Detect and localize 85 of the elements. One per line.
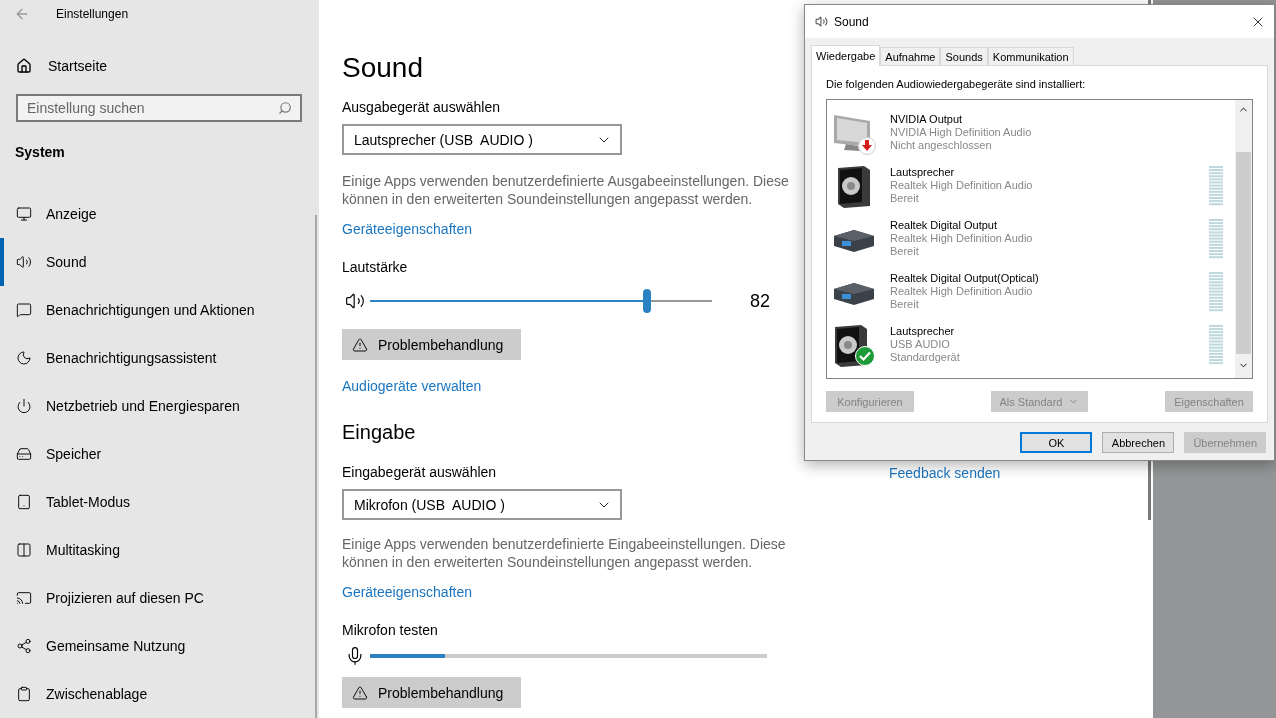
device-status: Standardgerät	[890, 351, 961, 364]
field-label: Eingabegerät auswählen	[342, 464, 497, 480]
volume-slider[interactable]	[370, 289, 712, 313]
troubleshoot-button[interactable]: Problembehandlung	[342, 677, 521, 708]
properties-link[interactable]: Geräteeigenschaften	[342, 221, 472, 237]
checkmark-icon	[855, 345, 875, 366]
warning-icon	[352, 336, 368, 353]
device-driver: USB AUDIO	[890, 338, 951, 351]
nav-icon	[16, 686, 32, 702]
device-driver: Realtek High Definition Audio	[890, 232, 1034, 245]
nav-icon	[16, 494, 32, 510]
manage-devices-link[interactable]: Audiogeräte verwalten	[342, 378, 482, 394]
device-name: NVIDIA Output	[890, 113, 964, 126]
home-link[interactable]: Startseite	[0, 52, 319, 81]
home-icon	[16, 58, 32, 75]
nav-icon	[16, 590, 32, 606]
device-item[interactable]: Lautsprecher Realtek High Definition Audio Bereit	[827, 159, 1235, 212]
level-meter-icon	[1209, 324, 1223, 365]
nav-item[interactable]: Gemeinsame Nutzung	[0, 622, 319, 670]
window-title: Einstellungen	[56, 7, 129, 22]
level-meter-icon	[1209, 271, 1223, 312]
nav-item[interactable]: Tablet-Modus	[0, 478, 319, 526]
warning-icon	[352, 684, 368, 701]
device-name: Lautsprecher	[890, 166, 956, 179]
feedback-link[interactable]: Feedback senden	[889, 465, 1001, 481]
dialog-title: Sound	[834, 14, 870, 29]
nav-item[interactable]: Benachrichtigungsassistent	[0, 334, 319, 382]
output-device-dropdown[interactable]: Lautsprecher (USB AUDIO )	[342, 124, 622, 155]
speaker-icon	[815, 15, 828, 28]
device-item[interactable]: Realtek Digital Output(Optical) Realtek High Definition Audio Bereit	[827, 265, 1235, 318]
nav-item[interactable]: Multitasking	[0, 526, 319, 574]
nav-item[interactable]: Zwischenablage	[0, 670, 319, 718]
dialog-button[interactable]: OK	[1020, 432, 1093, 453]
nav-item[interactable]: Projizieren auf diesen PC	[0, 574, 319, 622]
device-item[interactable]: NVIDIA Output NVIDIA High Definition Audio Nicht angeschlossen	[827, 106, 1235, 159]
level-meter-icon	[1209, 218, 1223, 259]
device-name: Lautsprecher	[890, 325, 956, 338]
nav-icon	[16, 302, 32, 318]
device-driver: Realtek High Definition Audio	[890, 179, 1034, 192]
properties-link[interactable]: Geräteeigenschaften	[342, 584, 472, 600]
nav-item[interactable]: Speicher	[0, 430, 319, 478]
dialog-tab[interactable]: Sounds	[940, 47, 988, 65]
nav-icon	[16, 206, 32, 222]
volume-label: Lautstärke	[342, 259, 408, 275]
section-heading: Eingabe	[342, 421, 416, 444]
scrollbar[interactable]	[1235, 100, 1252, 378]
search-icon	[278, 101, 292, 116]
device-name: Realtek Digital Output(Optical)	[890, 272, 1040, 285]
page-title: Sound	[342, 52, 423, 84]
nav-item[interactable]: Netzbetrieb und Energiesparen	[0, 382, 319, 430]
nav-icon	[16, 254, 32, 270]
description-text: Einige Apps verwenden benutzerdefinierte Ausgabeeinstellungen. Diese können in den erweiterten Soundeinstellungen angepasst werden.	[342, 172, 790, 208]
speaker-icon	[345, 291, 365, 311]
device-name: Realtek Digital Output	[890, 219, 998, 232]
device-status: Bereit	[890, 245, 920, 258]
field-label: Ausgabegerät auswählen	[342, 99, 500, 115]
description-text: Einige Apps verwenden benutzerdefinierte Eingabeeinstellungen. Diese können in den erweiterten Soundeinstellungen angepasst werden.	[342, 535, 787, 571]
dialog-tab[interactable]: Aufnahme	[880, 47, 941, 65]
search-field[interactable]: Einstellung suchen	[16, 94, 302, 122]
nav-icon	[16, 446, 32, 462]
volume-value: 82	[750, 290, 771, 312]
input-device-dropdown[interactable]: Mikrofon (USB AUDIO )	[342, 489, 622, 520]
nav-icon	[16, 350, 32, 366]
troubleshoot-button[interactable]: Problembehandlung	[342, 329, 521, 360]
mic-test-label: Mikrofon testen	[342, 622, 438, 638]
slider-thumb[interactable]	[643, 289, 651, 313]
section-title: System	[15, 144, 65, 161]
dialog-tab[interactable]: Wiedergabe	[811, 45, 881, 66]
nav-item[interactable]: Benachrichtigungen und Aktionen	[0, 286, 319, 334]
device-status: Bereit	[890, 298, 920, 311]
nav-icon	[16, 638, 32, 654]
device-item[interactable]: Lautsprecher USB AUDIO Standardgerät	[827, 318, 1235, 371]
list-heading: Die folgenden Audiowiedergabegeräte sind installiert:	[826, 78, 1087, 90]
level-meter-icon	[1209, 165, 1223, 206]
nav-icon	[16, 542, 32, 558]
dialog-button[interactable]: Abbrechen	[1102, 432, 1175, 453]
nav-icon	[16, 398, 32, 414]
device-status: Bereit	[890, 192, 920, 205]
speaker-icon	[836, 163, 872, 208]
device-driver: NVIDIA High Definition Audio	[890, 126, 1033, 139]
device-status: Nicht angeschlossen	[890, 139, 993, 152]
dialog-tab[interactable]: Kommunikation	[987, 47, 1074, 65]
nav-item[interactable]: Anzeige	[0, 190, 319, 238]
device-item[interactable]: Realtek Digital Output Realtek High Definition Audio Bereit	[827, 212, 1235, 265]
device-driver: Realtek High Definition Audio	[890, 285, 1034, 298]
